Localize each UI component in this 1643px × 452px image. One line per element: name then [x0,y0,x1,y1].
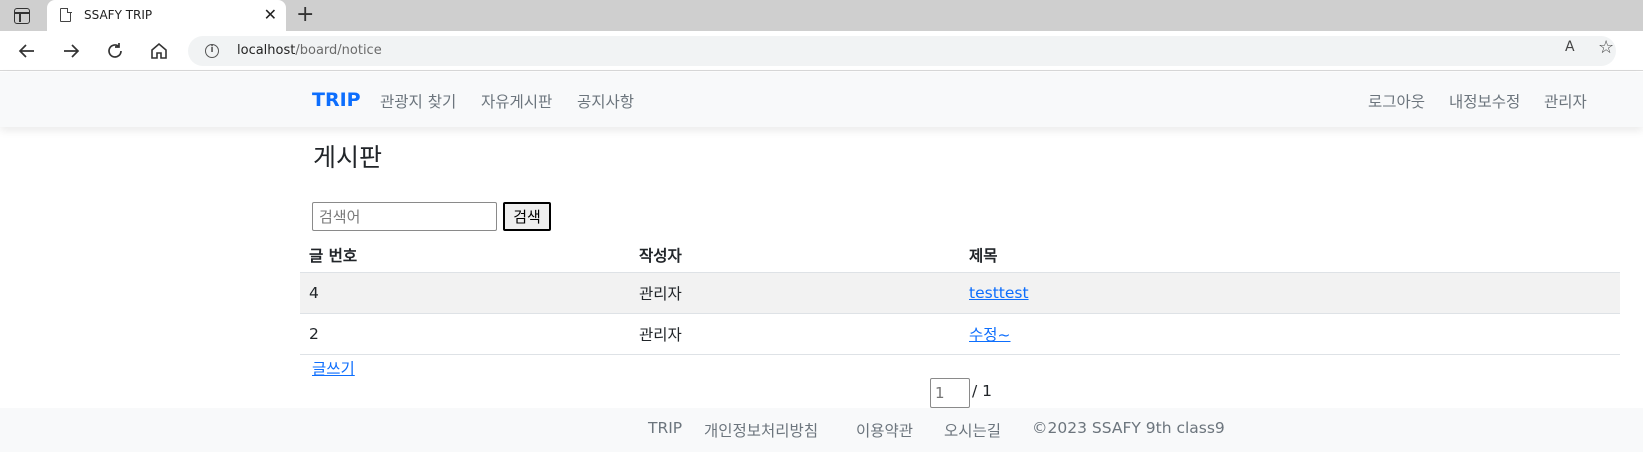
address-bar[interactable]: i localhost/board/notice [188,36,1616,66]
column-header-author: 작성자 [630,238,960,273]
write-post-link[interactable]: 글쓰기 [312,357,355,379]
nav-link-attractions[interactable]: 관광지 찾기 [380,90,456,112]
post-title-link[interactable]: 수정~ [969,326,1011,344]
footer-directions-link[interactable]: 오시는길 [944,419,1001,441]
new-tab-button[interactable]: + [296,3,314,27]
tab-actions-icon[interactable] [14,8,30,24]
refresh-icon [108,43,122,58]
nav-link-free-board[interactable]: 자유게시판 [481,90,552,112]
page-title: 게시판 [313,143,383,172]
nav-link-admin[interactable]: 관리자 [1544,90,1587,112]
column-header-no: 글 번호 [300,238,630,273]
close-tab-icon[interactable]: ✕ [264,5,277,25]
footer-copyright: ©2023 SSAFY 9th class9 [1032,419,1225,437]
table-row: 2 관리자 수정~ [300,313,1620,355]
site-footer: TRIP 개인정보처리방침 이용약관 오시는길 ©2023 SSAFY 9th … [0,408,1643,452]
page-number-input[interactable] [930,378,970,408]
post-author: 관리자 [630,313,960,355]
read-aloud-icon[interactable]: A [1565,39,1575,55]
favorites-icon[interactable]: ☆ [1598,37,1614,58]
site-info-icon[interactable]: i [205,44,219,58]
post-title-cell: testtest [960,272,1620,314]
page-icon [60,7,72,22]
post-title-link[interactable]: testtest [969,284,1029,302]
home-icon [151,42,167,59]
brand-logo[interactable]: TRIP [312,89,361,111]
column-header-title: 제목 [960,238,1620,273]
page-total: / 1 [972,382,993,400]
table-header-row: 글 번호 작성자 제목 [300,238,1620,273]
post-title-cell: 수정~ [960,313,1620,355]
browser-toolbar: i localhost/board/notice [0,31,1643,71]
back-arrow-icon [18,44,34,58]
browser-tabstrip: SSAFY TRIP ✕ + [0,0,1643,31]
tab-title: SSAFY TRIP [84,8,153,22]
board-table: 글 번호 작성자 제목 4 관리자 testtest 2 관리자 수정~ [300,238,1620,355]
table-row: 4 관리자 testtest [300,272,1620,314]
footer-terms-link[interactable]: 이용약관 [856,419,913,441]
refresh-button[interactable] [103,39,127,63]
post-number: 4 [300,272,630,314]
forward-arrow-icon [64,44,80,58]
url-host: localhost [237,43,296,58]
forward-button[interactable] [59,39,83,63]
nav-link-notice[interactable]: 공지사항 [577,90,634,112]
post-author: 관리자 [630,272,960,314]
search-input[interactable] [312,202,497,231]
site-navbar: TRIP 관광지 찾기 자유게시판 공지사항 로그아웃 내정보수정 관리자 [0,72,1643,127]
footer-brand[interactable]: TRIP [648,419,682,437]
url-text: localhost/board/notice [237,43,382,58]
browser-tab[interactable]: SSAFY TRIP ✕ [47,0,286,31]
nav-link-logout[interactable]: 로그아웃 [1368,90,1425,112]
nav-link-edit-profile[interactable]: 내정보수정 [1449,90,1520,112]
search-button[interactable]: 검색 [503,202,551,231]
url-path: /board/notice [295,43,382,58]
post-number: 2 [300,313,630,355]
footer-privacy-link[interactable]: 개인정보처리방침 [704,419,818,441]
home-button[interactable] [147,39,171,63]
back-button[interactable] [15,39,39,63]
